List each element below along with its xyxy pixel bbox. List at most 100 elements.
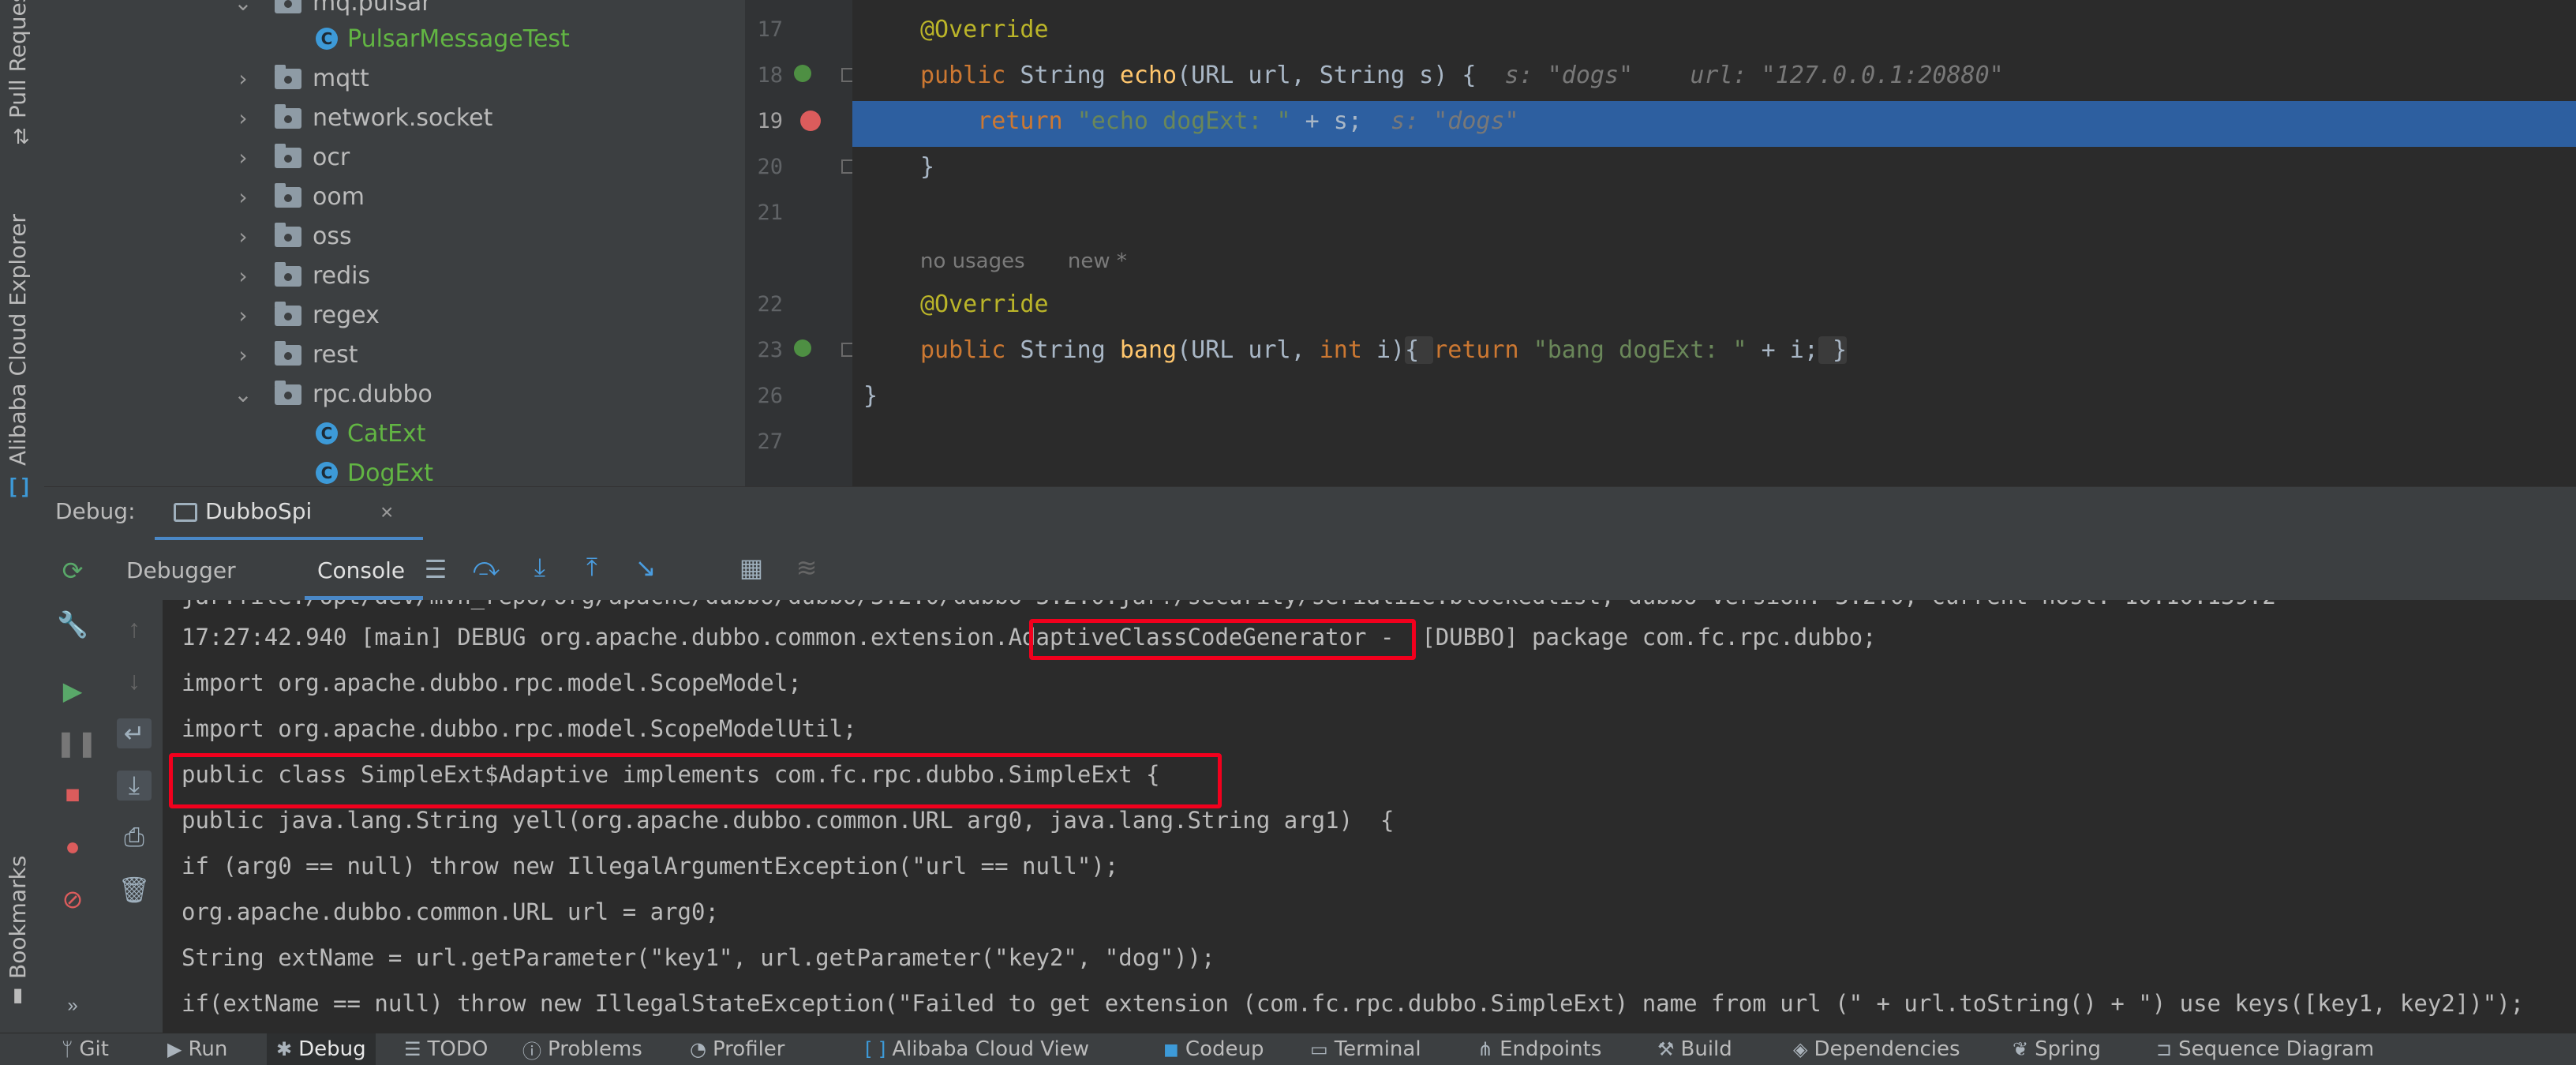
bookmarks-tab[interactable]: Bookmarks [5, 856, 31, 979]
tab-debugger[interactable]: Debugger [126, 557, 236, 583]
clear-all-icon[interactable]: 🗑 [117, 875, 152, 905]
toolwindow-todo[interactable]: ☰ TODO [404, 1033, 488, 1065]
down-arrow-icon[interactable]: ↓ [117, 666, 152, 696]
toolwindow-build[interactable]: ⚒ Build [1657, 1033, 1732, 1065]
spring-leaf-icon: ❦ [2012, 1038, 2029, 1060]
toolwindow-git[interactable]: ᛘ Git [62, 1033, 109, 1065]
rerun-icon[interactable]: ⟳ [55, 556, 90, 586]
toolwindow-alibaba-cloud-view[interactable]: [ ] Alibaba Cloud View [865, 1033, 1089, 1065]
toolwindow-problems[interactable]: ⓘ Problems [522, 1033, 642, 1065]
pull-requests-tab[interactable]: Pull Requests [5, 0, 31, 118]
toolwindow-debug[interactable]: ✱ Debug [267, 1033, 376, 1065]
toolwindow-label: Run [188, 1037, 228, 1061]
tree-folder-network-socket[interactable]: › network.socket [44, 98, 745, 137]
chevron-right-icon[interactable]: › [232, 263, 254, 289]
tree-folder-rpc-dubbo[interactable]: ⌄ rpc.dubbo [44, 374, 745, 414]
package-folder-icon [275, 144, 301, 168]
bookmark-icon: ▮ [13, 984, 24, 1006]
soft-wrap-icon[interactable]: ↵ [117, 718, 152, 748]
toolwindow-terminal[interactable]: ▭ Terminal [1310, 1033, 1421, 1065]
chevron-right-icon[interactable]: › [232, 66, 254, 92]
alibaba-cloud-icon: [ ] [865, 1038, 886, 1060]
tree-folder-oom[interactable]: › oom [44, 177, 745, 216]
more-icon[interactable]: » [55, 995, 90, 1017]
chevron-down-icon[interactable]: ⌄ [232, 0, 254, 16]
pause-icon[interactable]: ❚❚ [55, 728, 98, 758]
alibaba-cloud-explorer-tab[interactable]: Alibaba Cloud Explorer [5, 214, 31, 466]
tree-folder-regex[interactable]: › regex [44, 295, 745, 335]
chevron-right-icon[interactable]: › [232, 302, 254, 328]
chevron-right-icon[interactable]: › [232, 105, 254, 131]
print-icon[interactable]: ⎙ [117, 823, 152, 853]
line-number: 23 [757, 338, 783, 362]
toolwindow-run[interactable]: ▶ Run [167, 1033, 227, 1065]
close-icon[interactable]: × [380, 500, 393, 525]
annotation: @Override [920, 16, 1049, 43]
toolwindow-sequence-diagram[interactable]: ⊐ Sequence Diagram [2156, 1033, 2374, 1065]
toolwindow-label: Build [1680, 1037, 1732, 1061]
session-tab-dubbospi[interactable]: DubboSpi × [155, 487, 423, 541]
scroll-to-end-icon[interactable]: ⤓ [117, 771, 152, 801]
wrench-icon[interactable]: 🔧 [55, 609, 90, 639]
chevron-right-icon[interactable]: › [232, 342, 254, 368]
tree-folder-rest[interactable]: › rest [44, 335, 745, 374]
toolwindow-dependencies[interactable]: ◈ Dependencies [1793, 1033, 1960, 1065]
mute-breakpoints-icon[interactable]: ⊘ [55, 884, 90, 914]
folded-region[interactable]: { [1405, 336, 1434, 364]
package-folder-icon [275, 65, 301, 89]
class-icon: C [316, 462, 338, 484]
line-number: 18 [757, 63, 783, 88]
code-editor[interactable]: @Override public String echo(URL url, St… [852, 0, 2576, 486]
tree-item-label: rest [313, 340, 358, 369]
console-output[interactable]: jar:file:/opt/dev/mvn_repo/org/apache/du… [163, 600, 2576, 1033]
tree-item-label: CatExt [347, 419, 426, 448]
tree-folder-redis[interactable]: › redis [44, 256, 745, 295]
step-out-icon[interactable]: ⤒ [575, 553, 609, 583]
endpoints-icon: ⋔ [1477, 1038, 1494, 1060]
step-over-icon[interactable]: ⤼ [469, 553, 504, 583]
method-name: echo [1119, 62, 1178, 89]
implements-gutter-icon[interactable] [794, 65, 811, 82]
line-number: 22 [757, 292, 783, 317]
chevron-down-icon[interactable]: ⌄ [232, 381, 254, 407]
step-into-icon[interactable]: ⤓ [522, 553, 557, 583]
tree-class-pulsarmessagetest[interactable]: C PulsarMessageTest [44, 19, 745, 58]
tree-folder-mqtt[interactable]: › mqtt [44, 58, 745, 98]
toolwindow-endpoints[interactable]: ⋔ Endpoints [1477, 1033, 1601, 1065]
menu-lines-icon[interactable]: ☰ [418, 554, 453, 584]
inline-debug-value: url: "127.0.0.1:20880" [1690, 62, 2004, 89]
stop-icon[interactable]: ■ [55, 780, 90, 809]
tree-folder-ocr[interactable]: › ocr [44, 137, 745, 177]
view-breakpoints-icon[interactable]: ● [55, 832, 90, 861]
breakpoint-icon[interactable] [800, 111, 821, 131]
tree-item-label: oom [313, 182, 365, 211]
implements-gutter-icon[interactable] [794, 339, 811, 357]
chevron-right-icon[interactable]: › [232, 144, 254, 171]
chevron-right-icon[interactable]: › [232, 223, 254, 249]
toolwindow-profiler[interactable]: ◔ Profiler [690, 1033, 785, 1065]
package-folder-icon [275, 0, 301, 13]
run-to-cursor-icon[interactable]: ↘ [628, 553, 663, 583]
usages-hint[interactable]: no usages [920, 249, 1025, 273]
trace-icon[interactable]: ≋ [789, 553, 824, 583]
folded-region[interactable]: } [1818, 336, 1848, 364]
run-config-icon [174, 503, 197, 522]
tree-class-dogext[interactable]: C DogExt [44, 453, 745, 486]
toolwindow-codeup[interactable]: ◼ Codeup [1163, 1033, 1264, 1065]
tree-folder-oss[interactable]: › oss [44, 216, 745, 256]
package-folder-icon [275, 183, 301, 208]
toolwindow-label: Debug [298, 1037, 366, 1061]
tree-class-catext[interactable]: C CatExt [44, 414, 745, 453]
resume-icon[interactable]: ▶ [55, 676, 90, 706]
code-line-26: } [863, 382, 878, 410]
tool-window-bar: ᛘ Git ▶ Run ✱ Debug ☰ TODO ⓘ Problems ◔ Profil… [0, 1033, 2576, 1065]
author-hint[interactable]: new * [1068, 249, 1127, 273]
up-arrow-icon[interactable]: ↑ [117, 614, 152, 643]
package-folder-icon [275, 302, 301, 326]
chevron-right-icon[interactable]: › [232, 184, 254, 210]
tab-console[interactable]: Console [292, 540, 426, 600]
git-branch-icon: ᛘ [62, 1038, 73, 1060]
toolwindow-spring[interactable]: ❦ Spring [2012, 1033, 2101, 1065]
evaluate-expression-icon[interactable]: ▦ [734, 553, 769, 583]
string-literal: "bang dogExt: " [1533, 336, 1747, 364]
